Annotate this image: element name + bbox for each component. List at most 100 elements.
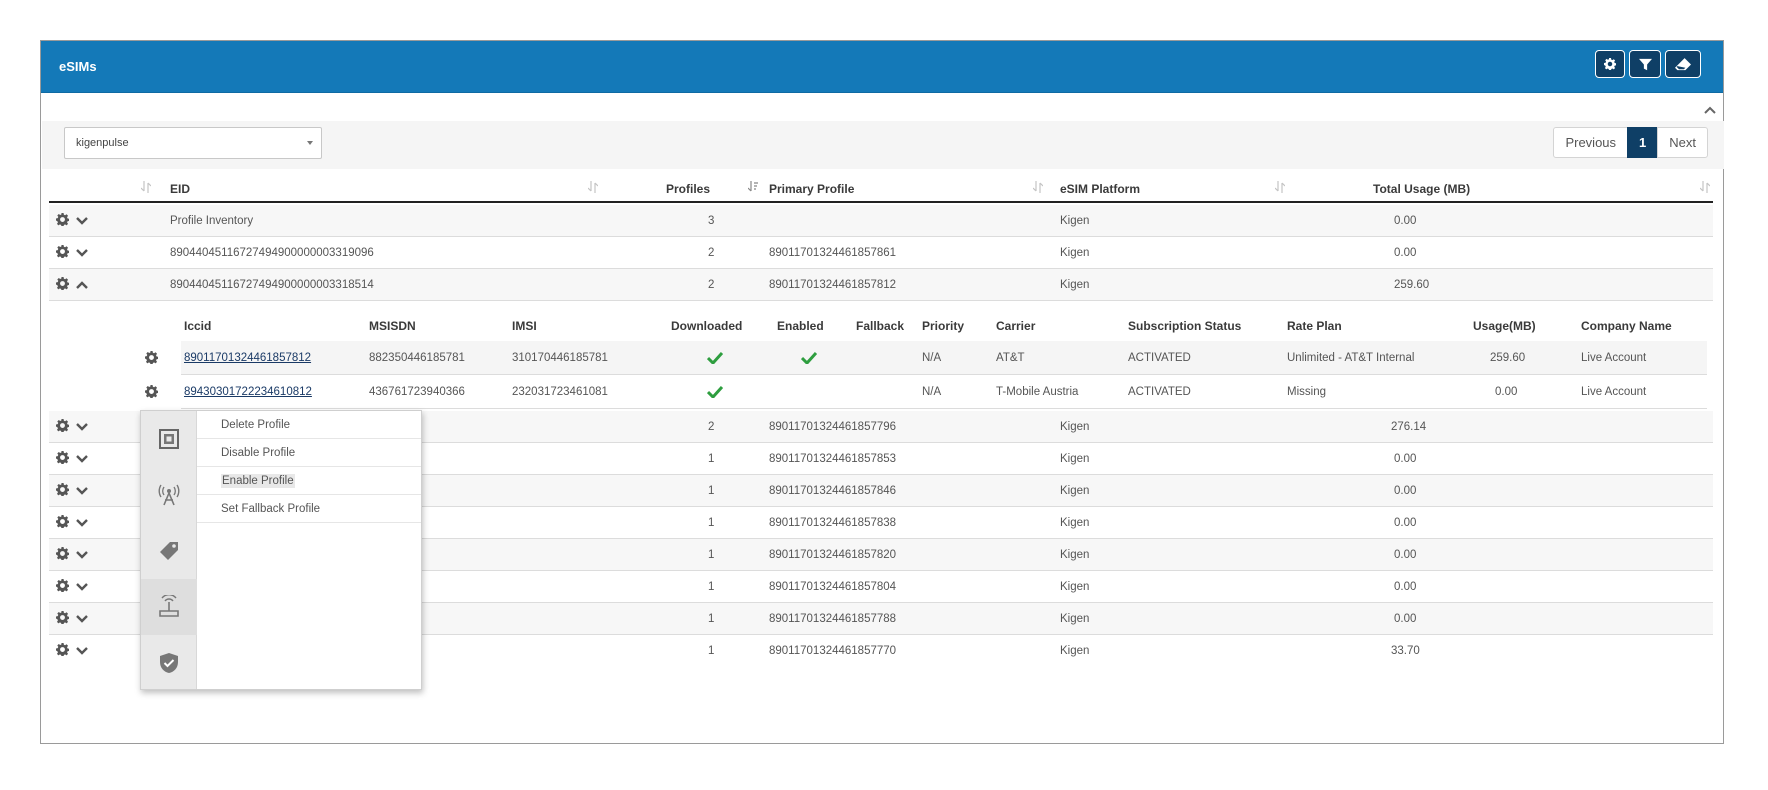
gear-icon[interactable] [56, 245, 69, 258]
table-row-expanded[interactable]: 89044045116727494900000003318514 2 89011… [49, 269, 1713, 301]
settings-button[interactable] [1595, 50, 1625, 78]
usage-cell: 0.00 [1394, 453, 1417, 465]
profiles-subtable-header: Iccid MSISDN IMSI Downloaded Enabled Fal… [49, 305, 1713, 341]
gear-icon[interactable] [56, 547, 69, 560]
profile-row[interactable]: 89430301722234610812 436761723940366 232… [49, 375, 1713, 409]
delete-profile-item[interactable]: Delete Profile [197, 411, 421, 439]
col-esim-platform[interactable]: eSIM Platform [1060, 182, 1140, 196]
primary-profile-cell: 89011701324461857804 [769, 581, 897, 593]
platform-cell: Kigen [1060, 215, 1090, 227]
gear-icon[interactable] [56, 213, 69, 226]
chevron-down-icon[interactable] [75, 613, 89, 625]
chevron-down-icon[interactable] [75, 645, 89, 657]
usage-cell: 259.60 [1394, 279, 1430, 291]
primary-profile-cell: 89011701324461857846 [769, 485, 897, 497]
sort-icon[interactable] [1700, 181, 1710, 193]
rail-item-antenna[interactable] [141, 467, 197, 523]
sort-icon[interactable] [588, 181, 598, 193]
filter-icon [1638, 58, 1652, 70]
col-primary-profile[interactable]: Primary Profile [769, 182, 854, 196]
profile-context-menu: Delete Profile Disable Profile Enable Pr… [140, 410, 422, 690]
gear-icon[interactable] [56, 277, 69, 290]
rail-item-router[interactable] [141, 579, 197, 635]
profiles-cell: 2 [708, 279, 715, 291]
chevron-down-icon[interactable] [75, 581, 89, 593]
tag-icon [160, 542, 178, 560]
next-page-button[interactable]: Next [1657, 127, 1708, 158]
rail-item-tags[interactable] [141, 523, 197, 579]
page-1-button[interactable]: 1 [1627, 127, 1659, 158]
primary-profile-cell: 89011701324461857853 [769, 453, 897, 465]
previous-page-button[interactable]: Previous [1553, 127, 1629, 158]
disable-profile-item[interactable]: Disable Profile [197, 439, 421, 467]
enable-profile-item[interactable]: Enable Profile [197, 467, 421, 495]
profiles-cell: 1 [708, 645, 715, 657]
chevron-up-icon[interactable] [1703, 103, 1717, 117]
sort-icon[interactable] [1033, 181, 1043, 193]
msisdn-cell: 436761723940366 [369, 386, 465, 398]
platform-cell: Kigen [1060, 453, 1090, 465]
gear-icon[interactable] [56, 579, 69, 592]
gear-icon[interactable] [56, 451, 69, 464]
clear-filter-button[interactable] [1665, 50, 1701, 78]
table-row[interactable]: Profile Inventory 3 Kigen 0.00 [49, 205, 1713, 237]
eraser-icon [1675, 57, 1691, 70]
chevron-down-icon[interactable] [75, 517, 89, 529]
chevron-up-icon[interactable] [75, 279, 89, 291]
usage-cell: 276.14 [1391, 421, 1427, 433]
sort-desc-icon[interactable] [748, 181, 758, 193]
chevron-down-icon[interactable] [75, 453, 89, 465]
profiles-cell: 3 [708, 215, 715, 227]
iccid-link[interactable]: 89011701324461857812 [184, 352, 311, 364]
gear-icon[interactable] [56, 611, 69, 624]
col-eid[interactable]: EID [170, 182, 190, 196]
set-fallback-profile-item[interactable]: Set Fallback Profile [197, 495, 421, 523]
col-total-usage[interactable]: Total Usage (MB) [1373, 182, 1470, 196]
gear-icon [1604, 58, 1616, 70]
panel-header: eSIMs [41, 41, 1723, 93]
profile-row[interactable]: 89011701324461857812 882350446185781 310… [49, 341, 1713, 375]
gear-icon[interactable] [56, 643, 69, 656]
profiles-cell: 1 [708, 549, 715, 561]
table-row[interactable]: 89044045116727494900000003319096 2 89011… [49, 237, 1713, 269]
primary-profile-cell: 89011701324461857796 [769, 421, 897, 433]
shield-icon [160, 653, 178, 673]
eid-cell: Profile Inventory [170, 215, 254, 227]
col-downloaded: Downloaded [671, 319, 743, 333]
platform-cell: Kigen [1060, 247, 1090, 259]
col-carrier: Carrier [996, 319, 1036, 333]
usage-cell: 0.00 [1394, 247, 1417, 259]
gear-icon[interactable] [56, 419, 69, 432]
rail-item-sim[interactable] [141, 411, 197, 467]
col-profiles[interactable]: Profiles [666, 182, 710, 196]
gear-icon[interactable] [145, 385, 158, 398]
chevron-down-icon[interactable] [75, 247, 89, 259]
platform-select[interactable]: kigenpulse [64, 127, 322, 159]
gear-icon[interactable] [145, 351, 158, 364]
col-imsi: IMSI [512, 319, 537, 333]
chevron-down-icon[interactable] [75, 215, 89, 227]
iccid-link[interactable]: 89430301722234610812 [184, 386, 312, 398]
context-menu-items: Delete Profile Disable Profile Enable Pr… [197, 411, 421, 523]
col-priority: Priority [922, 319, 965, 333]
usage-cell: 0.00 [1394, 581, 1417, 593]
pagination: Previous 1 Next [1553, 127, 1708, 158]
platform-select-value: kigenpulse [76, 137, 129, 149]
gear-icon[interactable] [56, 515, 69, 528]
filter-button[interactable] [1629, 50, 1661, 78]
usage-cell: 0.00 [1394, 549, 1417, 561]
platform-cell: Kigen [1060, 645, 1090, 657]
platform-cell: Kigen [1060, 485, 1090, 497]
usage-cell: 33.70 [1391, 645, 1420, 657]
chevron-down-icon[interactable] [75, 549, 89, 561]
chevron-down-icon[interactable] [75, 421, 89, 433]
status-cell: ACTIVATED [1128, 386, 1191, 398]
chevron-down-icon[interactable] [75, 485, 89, 497]
usage-cell: 0.00 [1495, 386, 1518, 398]
checkmark-icon [707, 386, 723, 398]
gear-icon[interactable] [56, 483, 69, 496]
sort-icon[interactable] [141, 181, 151, 193]
profiles-cell: 1 [708, 613, 715, 625]
sort-icon[interactable] [1275, 181, 1285, 193]
rail-item-security[interactable] [141, 635, 197, 691]
